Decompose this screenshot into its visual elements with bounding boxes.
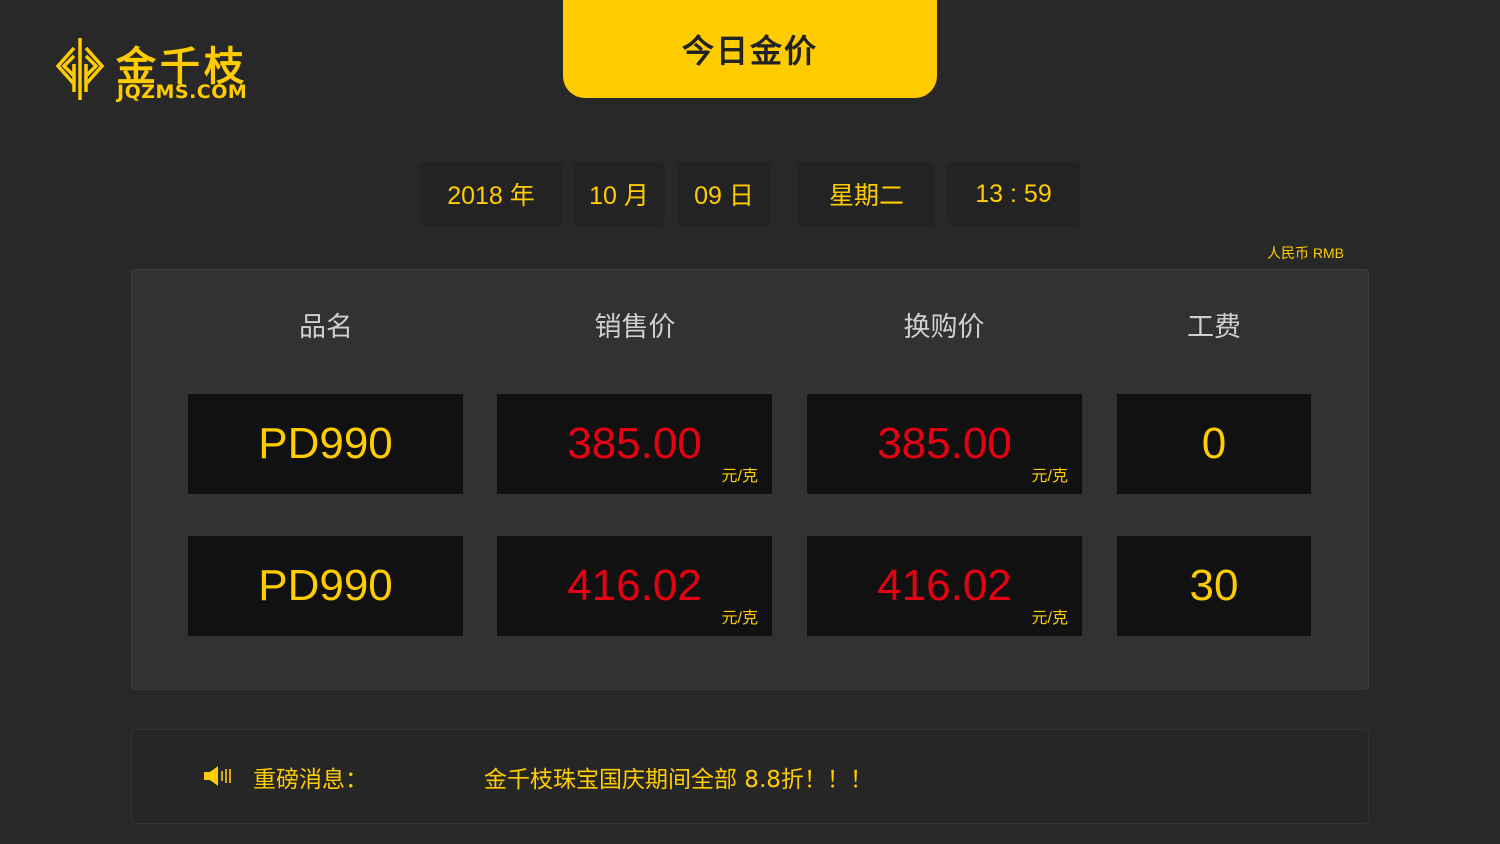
product-name: PD990	[188, 536, 463, 636]
sale-price: 416.02 元/克	[497, 536, 772, 636]
speaker-icon	[204, 766, 231, 786]
labor-fee: 0	[1117, 394, 1311, 494]
product-name: PD990	[188, 394, 463, 494]
labor-fee: 30	[1117, 536, 1311, 636]
exchange-price: 385.00 元/克	[807, 394, 1082, 494]
sale-price-value: 416.02	[567, 561, 702, 610]
unit-label: 元/克	[1031, 468, 1068, 485]
brand-logo: 金千枝 JQZMS.COM	[54, 36, 254, 106]
header-sale-price: 销售价	[594, 312, 676, 343]
date-weekday: 星期二	[798, 162, 935, 226]
sale-price-value: 385.00	[567, 419, 702, 468]
date-month: 10 月	[573, 162, 665, 226]
clock-time: 13 : 59	[947, 162, 1080, 226]
header-name: 品名	[299, 312, 353, 343]
page-title: 今日金价	[563, 0, 937, 98]
brand-url: JQZMS.COM	[117, 81, 248, 103]
logo-diamond-icon	[55, 38, 105, 100]
news-text: 金千枝珠宝国庆期间全部 8.8折！！！	[484, 767, 873, 793]
header-exchange-price: 换购价	[903, 312, 985, 343]
exchange-price: 416.02 元/克	[807, 536, 1082, 636]
date-year: 2018 年	[420, 162, 562, 226]
unit-label: 元/克	[721, 610, 758, 627]
header-labor-fee: 工费	[1187, 312, 1241, 343]
unit-label: 元/克	[1031, 610, 1068, 627]
news-label: 重磅消息：	[253, 767, 368, 793]
date-day: 09 日	[678, 162, 770, 226]
exchange-price-value: 385.00	[877, 419, 1012, 468]
exchange-price-value: 416.02	[877, 561, 1012, 610]
currency-label: 人民币 RMB	[1267, 245, 1344, 261]
unit-label: 元/克	[721, 468, 758, 485]
sale-price: 385.00 元/克	[497, 394, 772, 494]
